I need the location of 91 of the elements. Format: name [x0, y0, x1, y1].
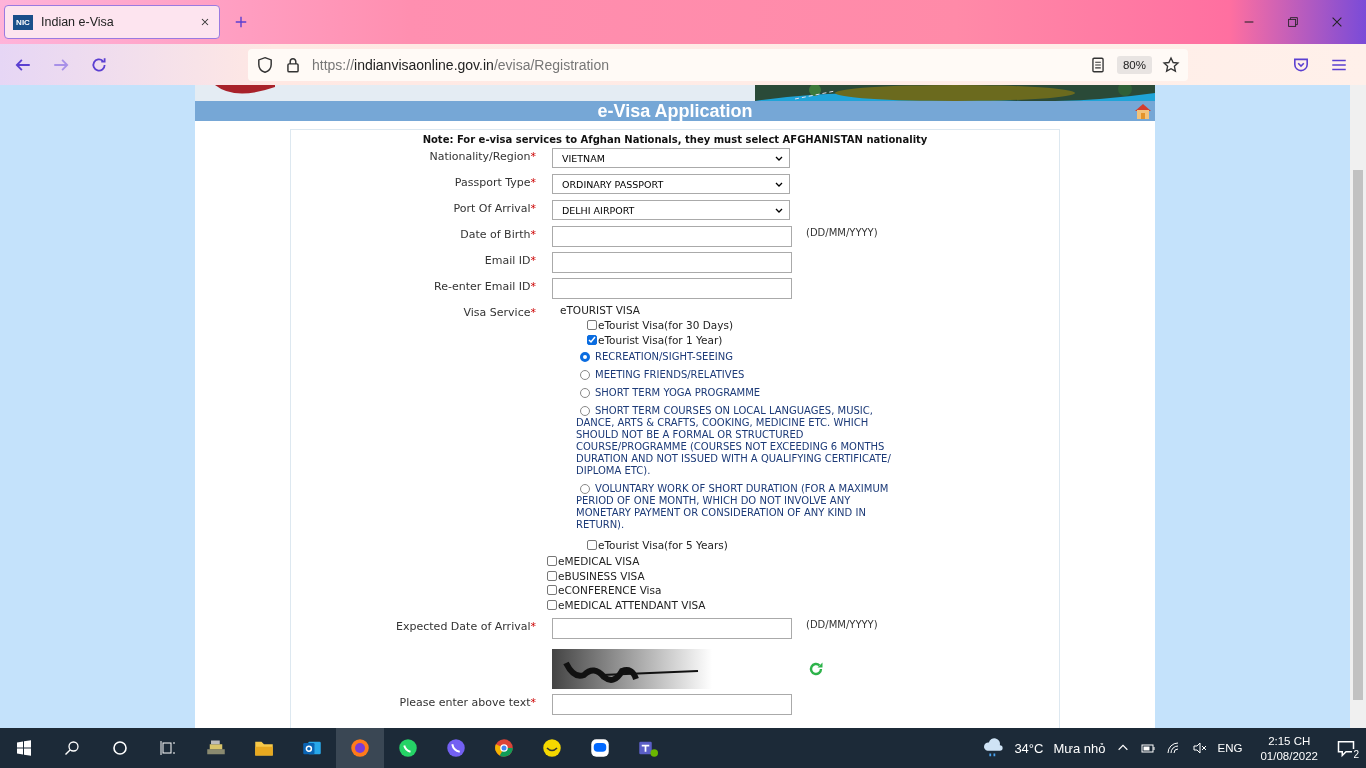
radio-button[interactable] — [580, 406, 590, 416]
smiley-app-icon[interactable] — [542, 738, 562, 758]
checkbox-label[interactable]: eCONFERENCE Visa — [558, 584, 662, 597]
checkbox[interactable] — [587, 334, 597, 345]
checkbox[interactable] — [587, 539, 597, 550]
browser-tab[interactable]: NIC Indian e-Visa — [4, 5, 220, 39]
notification-icon[interactable] — [1336, 738, 1356, 758]
zoom-level-button[interactable]: 80% — [1116, 55, 1152, 74]
field-label: Date of Birth* — [459, 227, 536, 241]
checkbox[interactable] — [587, 319, 597, 330]
format-hint: (DD/MM/YYYY) — [806, 619, 878, 630]
task-view-icon[interactable] — [160, 740, 176, 756]
notification-count: 2 — [1352, 749, 1360, 760]
close-icon[interactable] — [199, 16, 211, 28]
required-mark: * — [530, 620, 536, 633]
clock-time[interactable]: 2:15 CH — [1268, 734, 1311, 747]
dropdown[interactable]: DELHI AIRPORT — [552, 200, 790, 220]
lock-icon[interactable] — [284, 55, 302, 74]
required-mark: * — [530, 228, 536, 241]
shield-icon[interactable] — [256, 55, 274, 74]
input-field[interactable] — [552, 278, 792, 299]
scrollbar-thumb[interactable] — [1353, 170, 1363, 700]
required-mark: * — [530, 280, 536, 293]
checkbox[interactable] — [547, 570, 557, 581]
radio-button[interactable] — [580, 484, 590, 494]
url-field[interactable]: https://indianvisaonline.gov.in/evisa/Registration — [312, 56, 1079, 73]
checkbox-label[interactable]: eMEDICAL VISA — [558, 555, 640, 568]
browser-app-icon[interactable] — [494, 738, 514, 758]
field-label: Port Of Arrival* — [452, 201, 536, 215]
search-icon[interactable] — [64, 740, 80, 756]
chat-app-icon[interactable] — [590, 738, 610, 758]
dropdown[interactable]: ORDINARY PASSPORT — [552, 174, 790, 194]
close-icon[interactable] — [1330, 15, 1344, 29]
input-field[interactable] — [552, 226, 792, 247]
page-title: e-Visa Application — [597, 100, 753, 122]
plus-icon[interactable] — [234, 15, 248, 29]
star-icon[interactable] — [1162, 55, 1180, 74]
radio-label[interactable]: SHORT TERM COURSES ON LOCAL LANGUAGES, MUSIC, DANCE, ARTS & CRAFTS, COOKING, MEDICINE ETC. WHICH SHOULD NOT BE A FORMAL OR STRUCTURED COURSE/PROGRAMME (COURSES NOT EXCEEDING 6 MONTHS DURATION AND NOT ISSUED WITH A QUALIFYING CERTIFICATE/ DIPLOMA ETC). — [576, 405, 908, 477]
input-field[interactable] — [552, 252, 792, 273]
field-label: Re-enter Email ID* — [433, 279, 536, 293]
field-label: Passport Type* — [453, 175, 536, 189]
temperature-text: 34°C — [1014, 740, 1044, 756]
dropdown[interactable]: VIETNAM — [552, 148, 790, 168]
radio-button[interactable] — [580, 352, 590, 362]
clock-date[interactable]: 01/08/2022 — [1260, 749, 1318, 762]
checkbox-label[interactable]: eTourist Visa(for 30 Days) — [598, 318, 733, 331]
reload-icon[interactable] — [90, 55, 108, 74]
field-label: Expected Date of Arrival* — [395, 619, 536, 633]
required-mark: * — [530, 254, 536, 267]
radio-label[interactable]: MEETING FRIENDS/RELATIVES — [576, 369, 908, 381]
note-text: Note: For e-visa services to Afghan Nationals, they must select AFGHANISTAN nationality — [421, 134, 929, 145]
radio-label[interactable]: VOLUNTARY WORK OF SHORT DURATION (FOR A MAXIMUM PERIOD OF ONE MONTH, WHICH DO NOT INVOLVE ANY MONETARY PAYMENT OR CONSIDERATION OF ANY KIND IN RETURN). — [576, 483, 908, 531]
radio-button[interactable] — [580, 370, 590, 380]
field-label: Visa Service* — [462, 305, 536, 319]
checkbox-label[interactable]: eMEDICAL ATTENDANT VISA — [558, 598, 706, 611]
field-label: Email ID* — [483, 253, 536, 267]
site-logo: NIC — [13, 14, 33, 30]
chevron-down-icon — [775, 155, 783, 161]
checkbox-label[interactable]: eTourist Visa(for 5 Years) — [598, 538, 728, 551]
checkbox[interactable] — [547, 585, 557, 596]
restore-icon[interactable] — [1286, 15, 1300, 29]
required-mark: * — [530, 202, 536, 215]
checkbox-label[interactable]: eBUSINESS VISA — [558, 569, 645, 582]
refresh-icon[interactable] — [808, 661, 824, 677]
chevron-down-icon — [775, 207, 783, 213]
required-mark: * — [530, 306, 536, 319]
radio-button[interactable] — [580, 388, 590, 398]
home-icon[interactable] — [1133, 102, 1153, 120]
input-field[interactable] — [552, 694, 792, 715]
checkbox-label[interactable]: eTourist Visa(for 1 Year) — [598, 333, 723, 346]
scrollbar[interactable] — [1350, 85, 1366, 728]
format-hint: (DD/MM/YYYY) — [806, 227, 878, 238]
field-label: Nationality/Region* — [428, 149, 536, 163]
radio-label[interactable]: RECREATION/SIGHT-SEEING — [576, 351, 908, 363]
input-field[interactable] — [552, 618, 792, 639]
volume-muted-icon[interactable] — [1191, 740, 1208, 756]
chat-app-icon[interactable] — [398, 738, 418, 758]
checkbox[interactable] — [547, 599, 557, 610]
radio-label[interactable]: SHORT TERM YOGA PROGRAMME — [576, 387, 908, 399]
field-label: Please enter above text* — [398, 695, 536, 709]
group-label: eTOURIST VISA — [559, 304, 641, 316]
chevron-down-icon — [775, 181, 783, 187]
cloud-rain-icon[interactable] — [982, 737, 1005, 759]
required-mark: * — [530, 150, 536, 163]
phone-app-icon[interactable] — [446, 738, 466, 758]
weather-text: Mưa nhỏ — [1053, 740, 1106, 756]
required-mark: * — [530, 696, 536, 709]
checkbox[interactable] — [547, 556, 557, 567]
required-mark: * — [530, 176, 536, 189]
windows-start-icon[interactable] — [16, 740, 32, 756]
language-indicator[interactable]: ENG — [1217, 742, 1243, 754]
